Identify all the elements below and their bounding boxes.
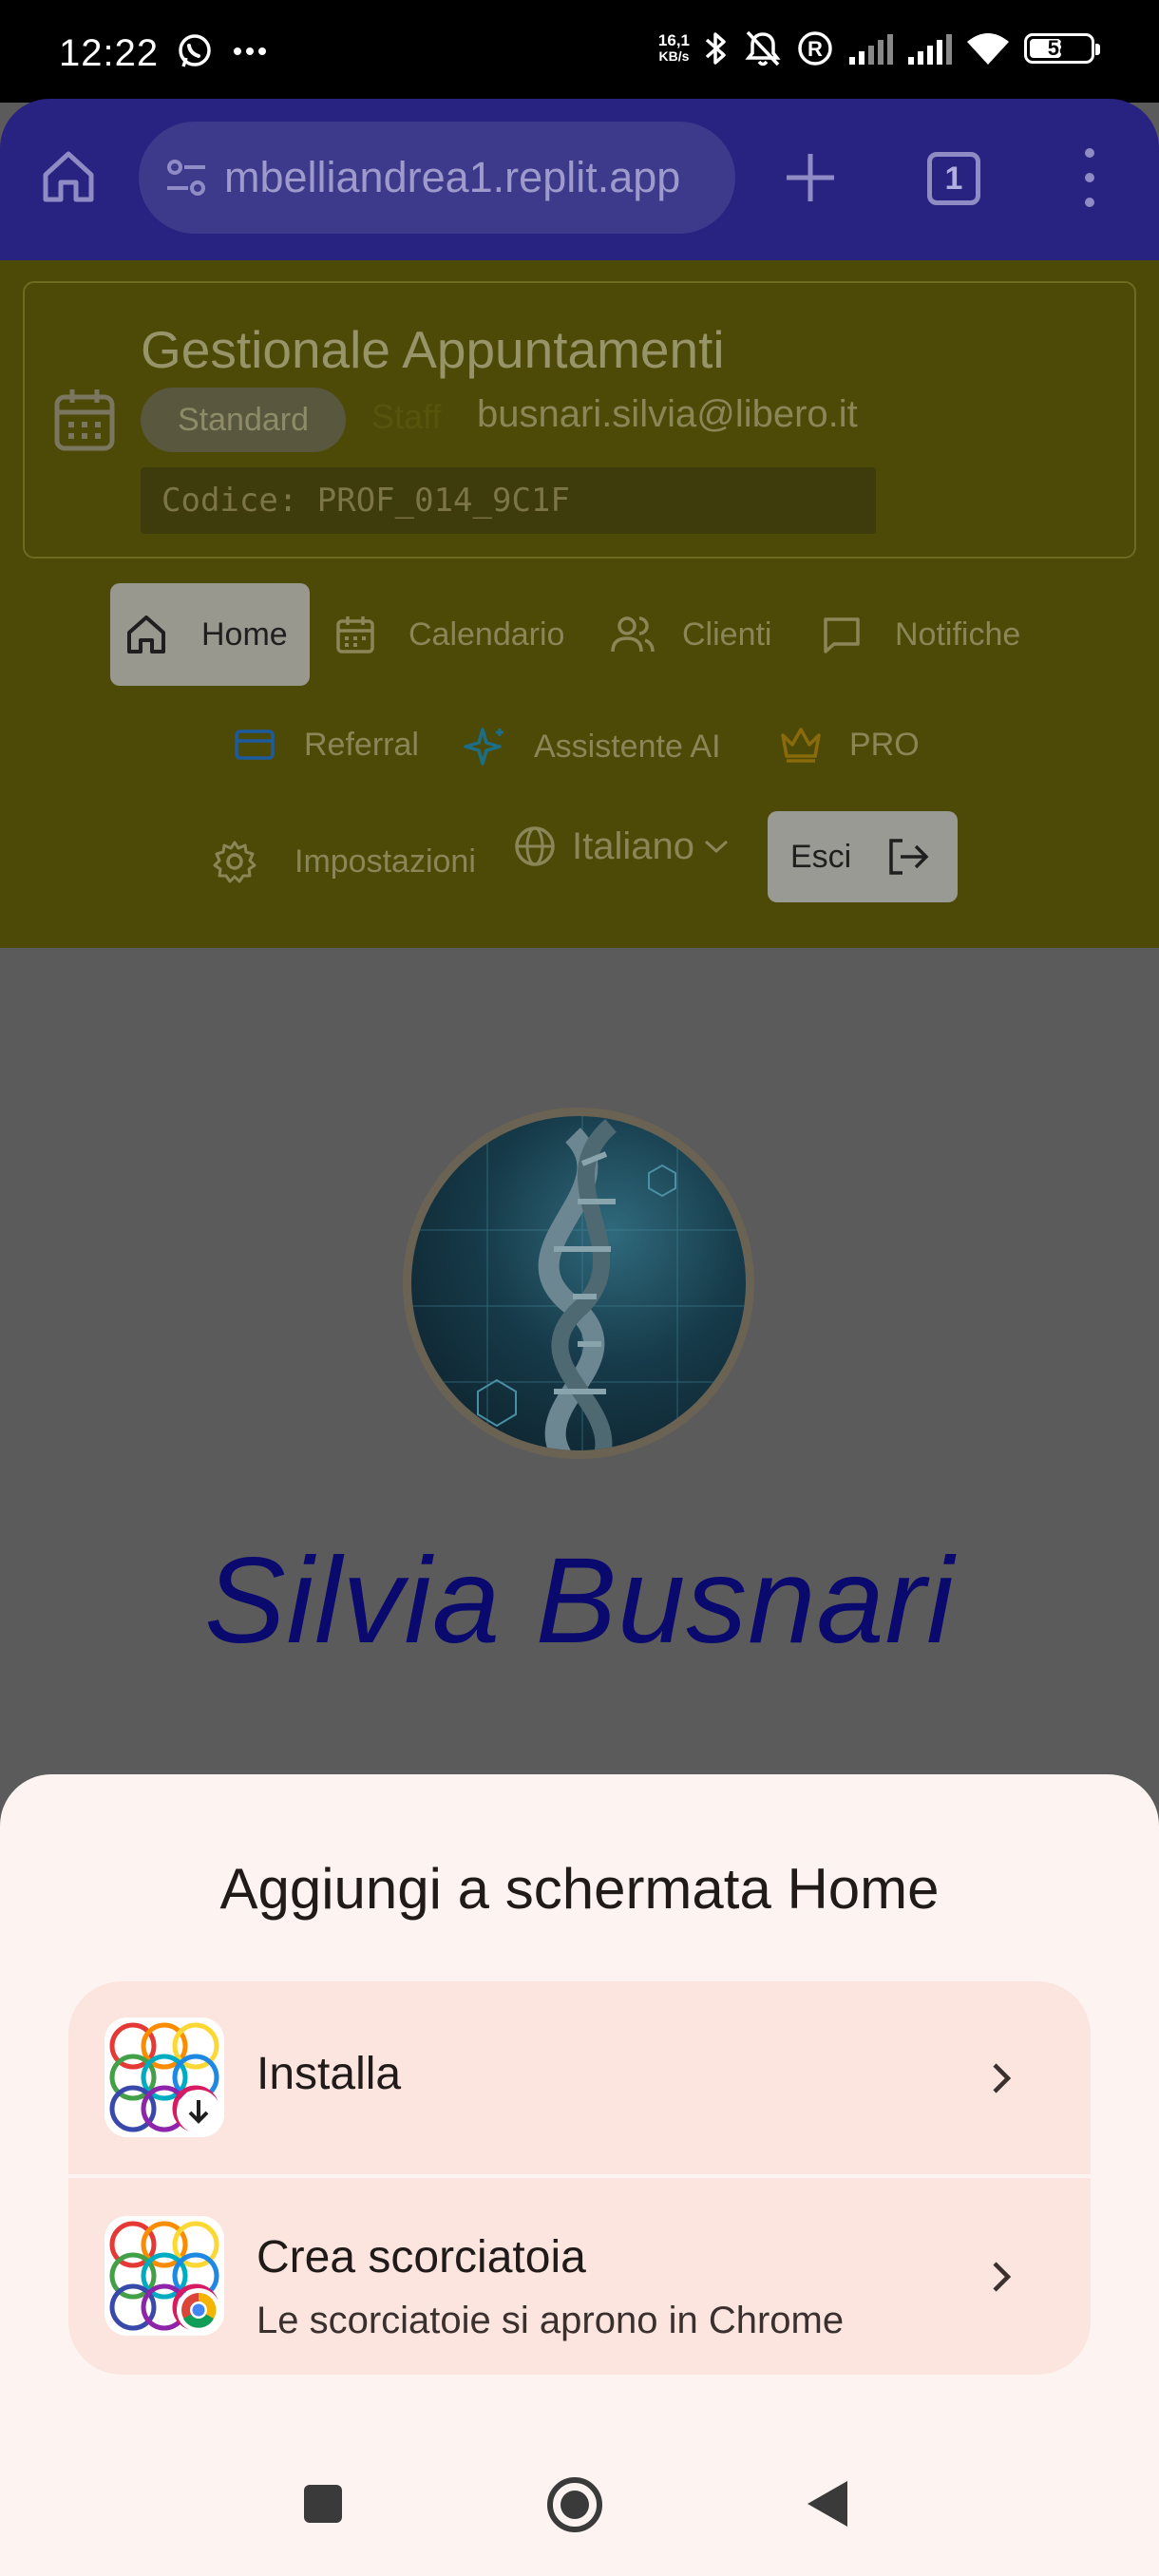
signal-icon: [849, 34, 893, 65]
message-icon: [824, 617, 860, 653]
users-icon: [611, 616, 655, 653]
browser-toolbar: mbelliandrea1.replit.app 1: [0, 99, 1159, 260]
whatsapp-icon: [179, 34, 211, 67]
new-tab-icon[interactable]: [781, 148, 840, 207]
more-menu-icon[interactable]: [1074, 148, 1106, 207]
nav-calendario[interactable]: Calendario: [334, 614, 564, 655]
nav-assistente-ai[interactable]: Assistente AI: [464, 726, 721, 767]
app-title: Gestionale Appuntamenti: [141, 320, 725, 379]
nav-pro[interactable]: PRO: [779, 726, 920, 764]
user-email: busnari.silvia@libero.it: [477, 393, 858, 435]
crown-icon: [781, 728, 821, 763]
globe-icon: [515, 826, 555, 866]
sparkles-icon: [464, 728, 504, 766]
signal-icon-2: [908, 34, 952, 65]
site-settings-icon[interactable]: [162, 153, 211, 202]
address-bar[interactable]: mbelliandrea1.replit.app: [139, 122, 735, 234]
chevron-right-icon: [993, 2262, 1012, 2292]
chrome-icon: [181, 2292, 217, 2328]
chevron-right-icon: [993, 2063, 1012, 2093]
sheet-title: Aggiungi a schermata Home: [219, 1857, 940, 1921]
registered-icon: R: [798, 31, 832, 66]
app-icon: [104, 2216, 224, 2336]
create-shortcut-option[interactable]: Crea scorciatoia Le scorciatoie si apron…: [68, 2178, 1091, 2375]
status-bar: 12:22 16,1 KB/s R 58: [0, 0, 1159, 103]
home-icon[interactable]: [38, 146, 99, 207]
add-to-home-sheet: Aggiungi a schermata Home Installa Crea …: [0, 1774, 1159, 2576]
status-time: 12:22: [59, 32, 160, 74]
plan-badge: Standard: [141, 388, 346, 452]
card-icon: [235, 729, 275, 760]
nav-referral[interactable]: Referral: [234, 726, 419, 764]
svg-text:R: R: [808, 37, 823, 61]
calendar-icon: [336, 616, 374, 653]
network-speed: 16,1 KB/s: [657, 31, 690, 64]
bell-muted-icon: [745, 30, 781, 66]
nav-impostazioni[interactable]: Impostazioni: [213, 840, 476, 883]
app-header: Gestionale Appuntamenti Standard Staff b…: [0, 260, 1159, 948]
bluetooth-icon: [705, 32, 726, 65]
logout-button[interactable]: Esci: [768, 811, 958, 902]
nav-notifiche[interactable]: Notifiche: [821, 614, 1020, 655]
nav-home[interactable]: Home: [110, 583, 310, 686]
profile-name: Silvia Busnari: [204, 1533, 955, 1669]
gear-icon: [213, 841, 256, 883]
app-icon: [104, 2017, 224, 2137]
chevron-down-icon: [704, 840, 728, 854]
back-button[interactable]: [808, 2481, 847, 2527]
url-text[interactable]: mbelliandrea1.replit.app: [224, 153, 680, 202]
profile-avatar: [403, 1108, 754, 1459]
tab-switcher-button[interactable]: 1: [927, 152, 980, 205]
home-icon: [127, 616, 165, 653]
role-badge: Staff: [371, 397, 442, 436]
dna-image: [411, 1116, 746, 1450]
options-group: Installa Crea scorciatoia Le scorciatoie…: [68, 1981, 1091, 2375]
download-badge: [177, 2090, 220, 2133]
professional-code: Codice: PROF_014_9C1F: [141, 467, 876, 534]
recents-button[interactable]: [304, 2485, 342, 2523]
download-arrow-icon: [188, 2100, 209, 2124]
create-shortcut-label: Crea scorciatoia: [256, 2232, 586, 2282]
home-button[interactable]: [547, 2477, 602, 2532]
install-option[interactable]: Installa: [68, 1981, 1091, 2174]
logout-icon: [889, 839, 929, 875]
header-card: Gestionale Appuntamenti Standard Staff b…: [23, 281, 1136, 559]
more-notifications-icon: [234, 47, 266, 55]
chrome-badge: [177, 2288, 220, 2332]
language-select[interactable]: Italiano: [513, 824, 731, 868]
battery-indicator: 58: [1024, 33, 1100, 64]
calendar-logo-icon: [54, 389, 115, 451]
wifi-icon: [967, 33, 1009, 65]
nav-clienti[interactable]: Clienti: [610, 614, 771, 655]
install-label: Installa: [256, 2049, 402, 2099]
system-navigation-bar: [0, 2451, 1159, 2565]
create-shortcut-subtitle: Le scorciatoie si aprono in Chrome: [256, 2300, 845, 2341]
